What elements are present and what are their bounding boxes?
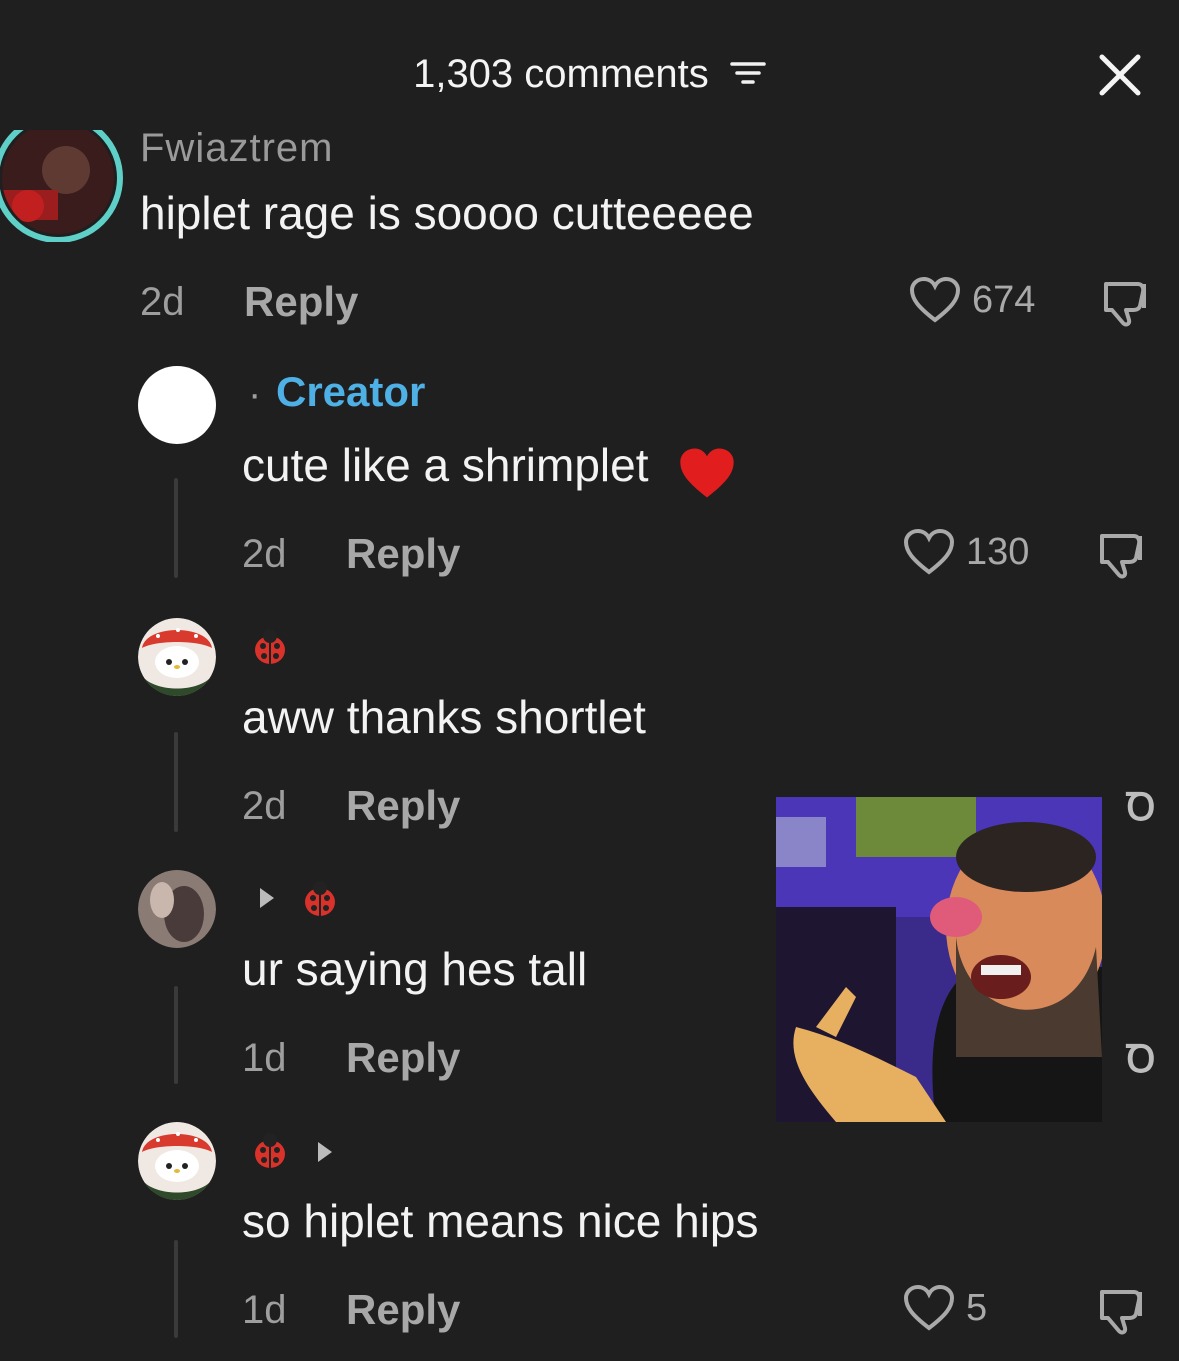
top-comment-username[interactable]: Fwjaztrem	[140, 112, 333, 162]
reply-4-time: 1d	[242, 1288, 287, 1332]
dislike-icon-partial[interactable]: Ꝺ	[1126, 1032, 1156, 1084]
reply-1-reply-button[interactable]: Reply	[346, 530, 460, 578]
dislike-icon[interactable]	[1096, 1284, 1148, 1336]
reply-4-text: so hiplet means nice hips	[242, 1195, 759, 1247]
avatar-strawberry-user[interactable]	[138, 618, 216, 696]
top-comment-text: hiplet rage is soooo cutteeeee	[140, 187, 754, 239]
reply-3-time: 1d	[242, 1036, 287, 1080]
heart-emoji	[677, 445, 737, 498]
ladybug-emoji-icon	[255, 629, 285, 664]
thread-line	[174, 986, 178, 1084]
filter-icon[interactable]	[730, 58, 766, 88]
reaction-photo	[776, 797, 1102, 1122]
heart-icon	[909, 276, 961, 323]
creator-badge: Creator	[276, 368, 426, 415]
heart-icon	[903, 1284, 955, 1331]
reply-to-arrow-icon	[318, 1142, 332, 1162]
dislike-icon-partial[interactable]: Ꝺ	[1126, 780, 1156, 832]
reply-2-text: aww thanks shortlet	[242, 691, 646, 743]
close-icon[interactable]	[1097, 52, 1143, 98]
like-count: 674	[972, 278, 1036, 321]
reply-1-text: cute like a shrimplet	[242, 439, 649, 491]
reply-3-text: ur saying hes tall	[242, 943, 588, 995]
ladybug-emoji-icon	[255, 1133, 285, 1168]
reply-1-like-button[interactable]: 130	[902, 528, 1029, 576]
thread-line	[174, 732, 178, 832]
like-count: 5	[966, 1286, 988, 1329]
ladybug-emoji-icon	[305, 881, 335, 916]
creator-separator: ·	[248, 372, 262, 416]
reply-1-text-row: cute like a shrimplet	[242, 438, 737, 498]
reply-1-time: 2d	[242, 532, 287, 576]
heart-icon	[903, 528, 955, 575]
avatar-creator[interactable]	[138, 366, 216, 444]
reply-4-reply-button[interactable]: Reply	[346, 1286, 460, 1334]
avatar-strawberry-user[interactable]	[138, 1122, 216, 1200]
top-comment-like-button[interactable]: 674	[908, 276, 1035, 324]
reply-to-arrow-icon	[260, 888, 274, 908]
top-comment-time: 2d	[140, 280, 185, 324]
reply-2-reply-button[interactable]: Reply	[346, 782, 460, 830]
like-count: 130	[966, 530, 1030, 573]
reply-2-time: 2d	[242, 784, 287, 828]
dislike-icon[interactable]	[1096, 528, 1148, 580]
comments-count: 1,303 comments	[413, 52, 709, 96]
thread-line	[174, 478, 178, 578]
top-comment-reply-button[interactable]: Reply	[244, 278, 358, 326]
comments-count-row: 1,303 comments	[0, 52, 1179, 97]
reply-4-like-button[interactable]: 5	[902, 1284, 987, 1332]
dislike-icon[interactable]	[1100, 276, 1152, 328]
thread-line	[174, 1240, 178, 1338]
comments-header: 1,303 comments	[0, 40, 1179, 110]
reply-3-reply-button[interactable]: Reply	[346, 1034, 460, 1082]
avatar-top-commenter[interactable]	[0, 130, 124, 242]
avatar-user[interactable]	[138, 870, 216, 948]
